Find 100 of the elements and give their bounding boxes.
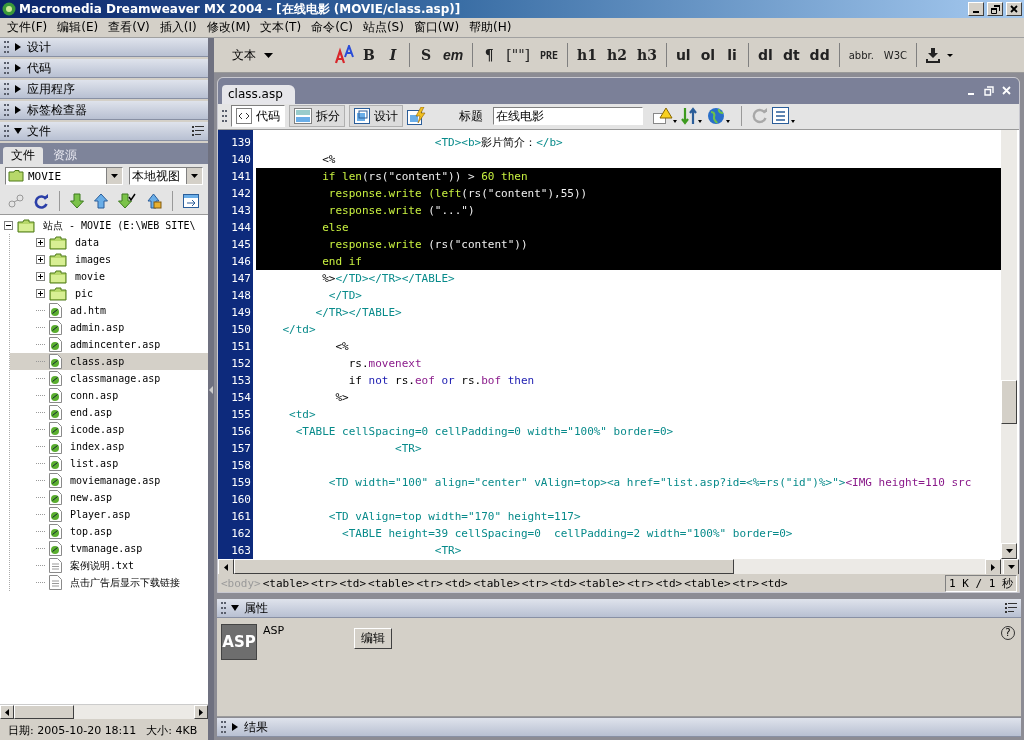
tag-selector-item[interactable]: <table> <box>367 576 416 590</box>
expand-box-icon[interactable] <box>36 289 45 298</box>
tag-selector-item[interactable]: <table> <box>261 576 311 590</box>
tag-selector-item[interactable]: <table> <box>472 576 521 590</box>
panel-header[interactable]: 代码 <box>0 59 208 78</box>
tree-row[interactable]: index.asp <box>10 438 208 455</box>
restore-button[interactable] <box>987 2 1003 16</box>
insert-tag-button[interactable]: [""] <box>503 44 534 66</box>
globe-icon[interactable] <box>707 107 731 126</box>
insert-tag-button[interactable]: ul <box>672 44 694 66</box>
insert-tag-button[interactable]: I <box>383 44 403 66</box>
collapse-arrow-icon[interactable] <box>209 385 213 394</box>
tree-row[interactable]: class.asp <box>10 353 208 370</box>
collapse-box-icon[interactable] <box>4 221 13 230</box>
insert-tag-button[interactable]: W3C <box>880 44 911 66</box>
insert-tag-button[interactable]: B <box>359 44 379 66</box>
panel-header[interactable]: 结果 <box>217 718 1021 737</box>
insert-tag-button[interactable]: h3 <box>633 44 660 66</box>
tag-selector-item[interactable]: <td> <box>654 576 684 590</box>
tree-row[interactable]: ad.htm <box>10 302 208 319</box>
grip-icon[interactable] <box>4 104 9 116</box>
tag-selector-item[interactable]: <td> <box>549 576 578 590</box>
menu-item[interactable]: 文本(T) <box>255 19 307 36</box>
tree-row[interactable]: conn.asp <box>10 387 208 404</box>
view-options-icon[interactable] <box>772 107 796 126</box>
panel-header[interactable]: 文件 <box>0 122 208 141</box>
document-tab[interactable]: class.asp <box>222 84 295 104</box>
tree-row[interactable]: admincenter.asp <box>10 336 208 353</box>
tree-row[interactable]: moviemanage.asp <box>10 472 208 489</box>
panel-tab[interactable]: 文件 <box>3 147 43 164</box>
insert-tag-button[interactable]: ¶ <box>479 44 500 66</box>
warning-icon[interactable] <box>653 107 677 126</box>
media-dropdown-button[interactable] <box>923 45 956 65</box>
down-arrow-icon[interactable] <box>70 193 84 209</box>
insert-tag-button[interactable]: PRE <box>537 44 562 66</box>
view-select[interactable]: 本地视图 <box>129 167 203 185</box>
expand-box-icon[interactable] <box>36 272 45 281</box>
expand-box-icon[interactable] <box>36 238 45 247</box>
vertical-scrollbar[interactable] <box>1001 129 1017 560</box>
refresh-icon[interactable] <box>34 193 49 209</box>
tree-row[interactable]: data <box>10 234 208 251</box>
grip-icon[interactable] <box>222 110 227 123</box>
tag-selector-item[interactable]: <tr> <box>520 576 550 590</box>
sort-arrows-icon[interactable] <box>681 107 703 126</box>
minimize-button[interactable] <box>968 2 984 16</box>
menu-item[interactable]: 修改(M) <box>201 19 256 36</box>
scroll-right-arrow-icon[interactable] <box>991 563 995 571</box>
tag-selector-item[interactable]: <td> <box>760 576 789 590</box>
edit-button[interactable]: 编辑 <box>354 628 393 649</box>
view-button[interactable]: 设计 <box>349 105 403 128</box>
tree-row[interactable]: 站点 - MOVIE (E:\WEB SITE\ <box>0 217 208 234</box>
menu-item[interactable]: 站点(S) <box>357 19 409 36</box>
scrollbar-thumb[interactable] <box>234 559 734 575</box>
insert-tag-button[interactable]: dd <box>806 44 833 66</box>
grip-icon[interactable] <box>4 83 9 95</box>
tree-row[interactable]: movie <box>10 268 208 285</box>
tree-row[interactable]: new.asp <box>10 489 208 506</box>
horizontal-scrollbar[interactable] <box>0 704 208 719</box>
menu-item[interactable]: 查看(V) <box>103 19 155 36</box>
tag-selector-item[interactable]: <table> <box>577 576 627 590</box>
insert-tag-button[interactable]: dt <box>779 44 803 66</box>
menu-item[interactable]: 编辑(E) <box>52 19 104 36</box>
check-in-icon[interactable] <box>118 193 136 209</box>
insert-tag-button[interactable]: abbr. <box>845 44 877 66</box>
restore-icon[interactable] <box>984 85 994 96</box>
expand-box-icon[interactable] <box>36 255 45 264</box>
tree-row[interactable]: list.asp <box>10 455 208 472</box>
view-button[interactable]: 拆分 <box>289 105 345 128</box>
panel-header[interactable]: 属性 <box>217 599 1021 618</box>
scroll-down-arrow-icon[interactable] <box>1005 549 1013 554</box>
check-out-icon[interactable] <box>146 193 162 209</box>
panel-header[interactable]: 标签检查器 <box>0 101 208 120</box>
scroll-down-arrow-icon[interactable] <box>1007 565 1015 570</box>
tree-row[interactable]: images <box>10 251 208 268</box>
tag-selector-item[interactable]: <tr> <box>415 576 444 590</box>
category-dropdown[interactable]: 文本 <box>228 44 277 66</box>
tag-selector-item[interactable]: <td> <box>338 576 368 590</box>
grip-icon[interactable] <box>221 721 226 733</box>
expand-panel-icon[interactable] <box>183 194 199 208</box>
tree-row[interactable]: classmanage.asp <box>10 370 208 387</box>
insert-tag-button[interactable]: li <box>722 44 743 66</box>
tree-row[interactable]: pic <box>10 285 208 302</box>
tree-row[interactable]: 案例说明.txt <box>10 557 208 574</box>
close-icon[interactable] <box>1002 86 1011 96</box>
live-data-icon[interactable] <box>407 107 427 126</box>
horizontal-scrollbar[interactable] <box>218 559 1019 575</box>
options-menu-icon[interactable] <box>192 126 204 136</box>
tree-row[interactable]: admin.asp <box>10 319 208 336</box>
menu-item[interactable]: 插入(I) <box>154 19 202 36</box>
site-select[interactable]: MOVIE <box>5 167 123 185</box>
close-button[interactable] <box>1006 2 1022 16</box>
code-editor[interactable] <box>218 129 1001 560</box>
panel-header[interactable]: 应用程序 <box>0 80 208 99</box>
tag-selector-item[interactable]: <tr> <box>626 576 655 590</box>
tag-selector-item[interactable]: <tr> <box>731 576 761 590</box>
tag-selector-item[interactable]: <td> <box>443 576 473 590</box>
tag-selector-item[interactable]: <table> <box>683 576 732 590</box>
scroll-left-arrow-icon[interactable] <box>224 563 228 571</box>
menu-item[interactable]: 命令(C) <box>306 19 358 36</box>
insert-tag-button[interactable]: ol <box>697 44 719 66</box>
